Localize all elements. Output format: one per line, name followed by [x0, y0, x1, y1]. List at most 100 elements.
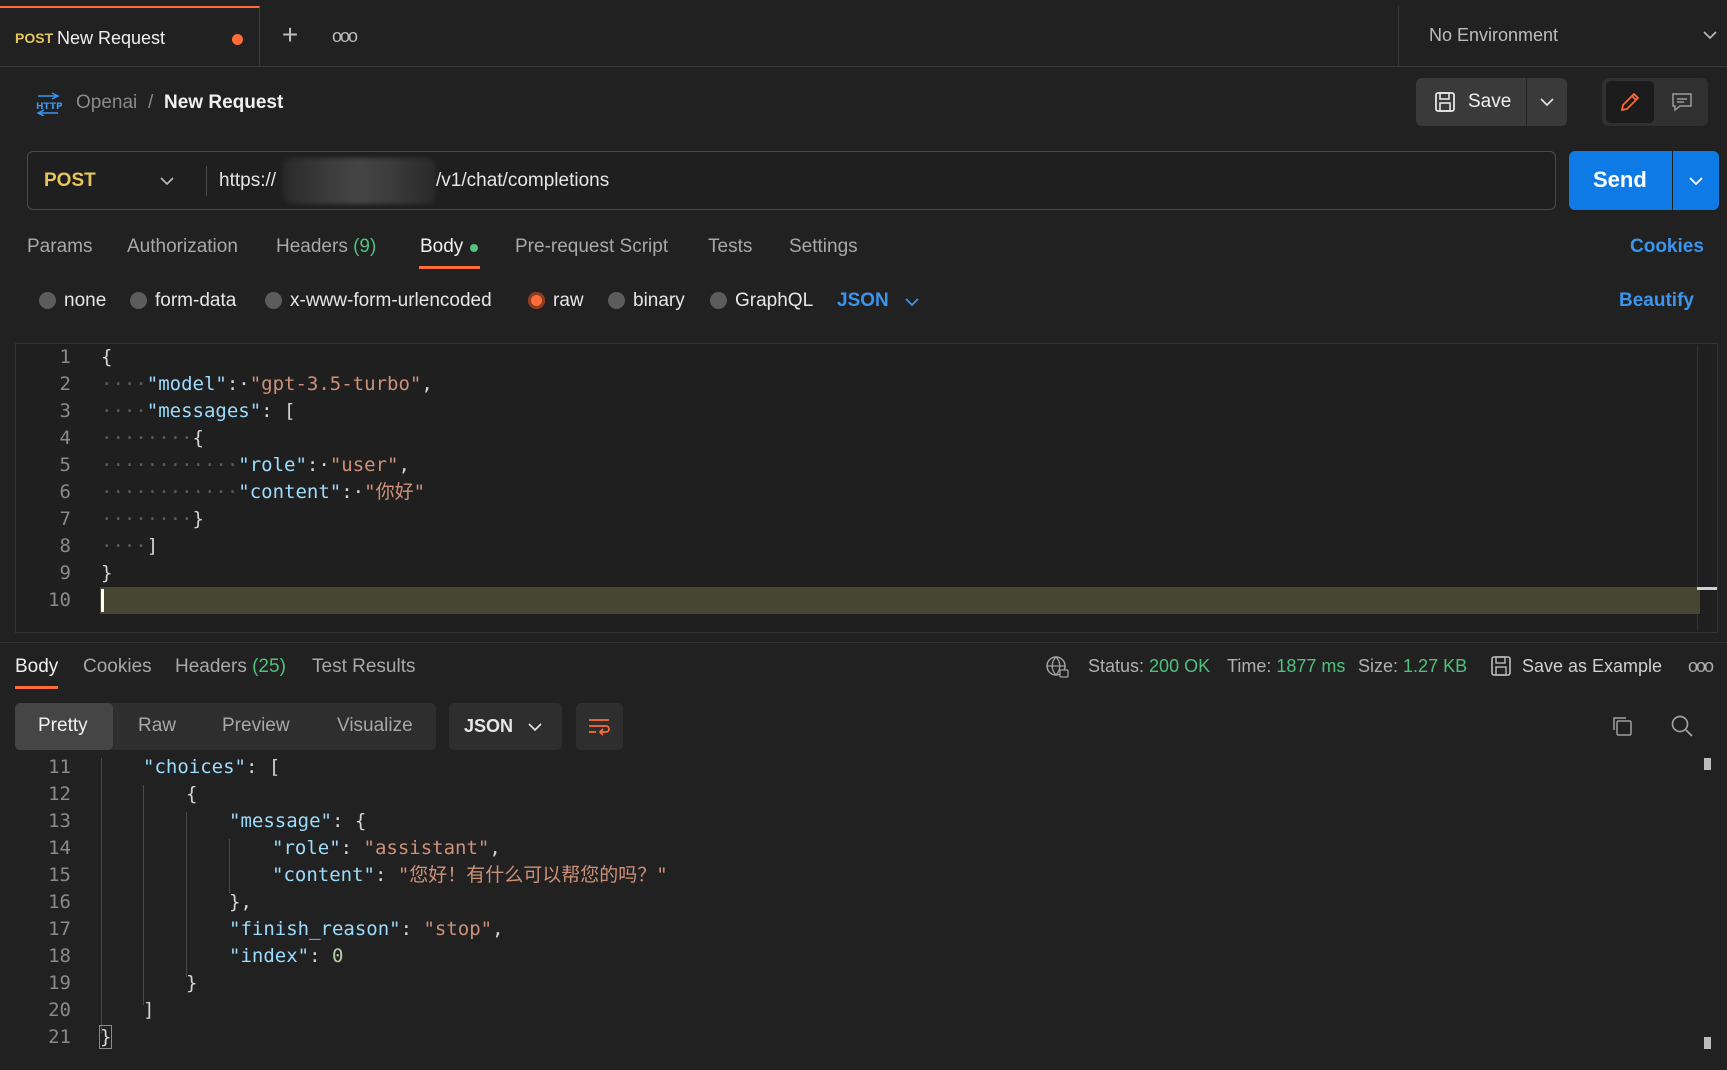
- scrollbar-marker[interactable]: [1704, 758, 1711, 770]
- view-tab-pretty-label[interactable]: Pretty: [38, 715, 88, 737]
- breadcrumb-request-name[interactable]: New Request: [164, 92, 283, 114]
- view-tab-visualize[interactable]: Visualize: [337, 715, 413, 737]
- tab-title: New Request: [57, 28, 166, 48]
- response-more-icon[interactable]: ooo: [1688, 656, 1714, 677]
- send-button[interactable]: Send: [1569, 151, 1672, 210]
- breadcrumb-collection[interactable]: Openai: [76, 92, 137, 114]
- method-label: POST: [44, 170, 96, 191]
- status-readout[interactable]: Status: 200 OK: [1088, 656, 1210, 677]
- radio-graphql-label[interactable]: GraphQL: [735, 290, 813, 312]
- tab-tests[interactable]: Tests: [708, 236, 752, 258]
- edit-mode-button[interactable]: [1606, 81, 1654, 123]
- new-tab-plus-icon[interactable]: +: [268, 18, 312, 54]
- radio-binary-label[interactable]: binary: [633, 290, 685, 312]
- radio-binary[interactable]: [608, 292, 625, 309]
- radio-raw-label[interactable]: raw: [553, 290, 584, 312]
- method-select[interactable]: POST: [27, 151, 207, 210]
- tab-authorization[interactable]: Authorization: [127, 236, 238, 258]
- line-number: 17: [48, 918, 71, 940]
- code-line: {: [186, 781, 197, 808]
- code-line: ········}: [101, 508, 204, 530]
- size-label: Size:: [1358, 656, 1399, 676]
- tab-headers[interactable]: Headers (9): [276, 236, 376, 258]
- search-icon[interactable]: [1670, 714, 1694, 738]
- code-line: }: [101, 560, 112, 587]
- response-tab-test-results[interactable]: Test Results: [312, 656, 415, 678]
- code-token: }: [192, 508, 204, 530]
- line-number: 16: [48, 891, 71, 913]
- scrollbar-marker[interactable]: [1704, 1037, 1711, 1049]
- code-token: ]: [146, 535, 159, 557]
- environment-label: No Environment: [1429, 25, 1559, 45]
- url-input-path[interactable]: /v1/chat/completions: [436, 170, 609, 192]
- code-line: ············"content":·"你好": [101, 481, 426, 503]
- code-token: {: [101, 346, 113, 368]
- save-label: Save: [1468, 91, 1512, 112]
- size-readout[interactable]: Size: 1.27 KB: [1358, 656, 1467, 677]
- code-line: ]: [143, 997, 154, 1024]
- code-token: ,: [489, 837, 501, 859]
- beautify-button[interactable]: Beautify: [1619, 290, 1694, 312]
- response-tab-body[interactable]: Body: [15, 656, 58, 678]
- more-tabs-icon[interactable]: ooo: [322, 18, 366, 54]
- radio-urlencoded[interactable]: [265, 292, 282, 309]
- radio-form-data-label[interactable]: form-data: [155, 290, 236, 312]
- response-divider[interactable]: [0, 642, 1727, 643]
- editor-scrollbar-thumb[interactable]: [1697, 587, 1717, 590]
- line-number: 10: [48, 589, 71, 611]
- response-language-select[interactable]: JSON: [449, 703, 562, 750]
- indent-guide: [101, 758, 102, 1033]
- request-tab[interactable]: POST New Request: [0, 6, 260, 66]
- comments-button[interactable]: [1658, 81, 1706, 123]
- view-tab-preview[interactable]: Preview: [222, 715, 290, 737]
- line-number: 2: [59, 373, 71, 395]
- code-token: }: [101, 562, 113, 584]
- line-number: 20: [48, 999, 71, 1021]
- cookies-link[interactable]: Cookies: [1630, 236, 1704, 258]
- save-as-example-button[interactable]: Save as Example: [1522, 656, 1662, 677]
- code-line: "role": "assistant",: [272, 837, 501, 859]
- radio-raw[interactable]: [528, 292, 545, 309]
- copy-icon[interactable]: [1610, 714, 1634, 738]
- radio-urlencoded-label[interactable]: x-www-form-urlencoded: [290, 290, 492, 312]
- json-key: "message": [229, 810, 332, 832]
- environment-select[interactable]: No Environment: [1398, 6, 1727, 66]
- body-language-select[interactable]: JSON: [837, 290, 889, 312]
- radio-none-label[interactable]: none: [64, 290, 106, 312]
- code-line: ········{: [101, 427, 204, 449]
- chevron-down-icon: [1540, 98, 1554, 107]
- save-options-button[interactable]: [1527, 78, 1567, 126]
- tab-prerequest-script[interactable]: Pre-request Script: [515, 236, 668, 258]
- line-number: 8: [59, 535, 71, 557]
- response-body-viewer[interactable]: [15, 758, 1718, 1064]
- time-readout[interactable]: Time: 1877 ms: [1227, 656, 1345, 677]
- tab-body[interactable]: Body: [420, 236, 463, 258]
- save-icon[interactable]: [1490, 655, 1512, 677]
- code-line: ····"messages": [: [101, 400, 296, 422]
- active-tab-underline: [419, 266, 480, 269]
- globe-lock-icon[interactable]: [1045, 655, 1069, 679]
- response-tab-cookies[interactable]: Cookies: [83, 656, 152, 678]
- json-key: "content": [272, 864, 375, 886]
- tab-params[interactable]: Params: [27, 236, 92, 258]
- send-options-button[interactable]: [1673, 151, 1719, 210]
- code-token: {: [186, 783, 198, 805]
- code-line: "index": 0: [229, 945, 344, 967]
- json-string: "user": [329, 454, 399, 476]
- line-number: 14: [48, 837, 71, 859]
- line-number: 12: [48, 783, 71, 805]
- radio-graphql[interactable]: [710, 292, 727, 309]
- chevron-down-icon[interactable]: [905, 295, 919, 309]
- response-tab-headers[interactable]: Headers (25): [175, 656, 286, 678]
- breadcrumb-separator: /: [148, 92, 154, 113]
- view-tab-raw[interactable]: Raw: [138, 715, 176, 737]
- radio-none[interactable]: [39, 292, 56, 309]
- wrap-lines-button[interactable]: [576, 703, 623, 750]
- json-key: "model": [146, 373, 227, 395]
- tab-settings[interactable]: Settings: [789, 236, 858, 258]
- radio-form-data[interactable]: [130, 292, 147, 309]
- active-tab-underline: [15, 686, 58, 689]
- chevron-down-icon: [160, 177, 174, 186]
- url-input-prefix[interactable]: https://: [219, 170, 276, 192]
- save-button[interactable]: Save: [1416, 78, 1526, 126]
